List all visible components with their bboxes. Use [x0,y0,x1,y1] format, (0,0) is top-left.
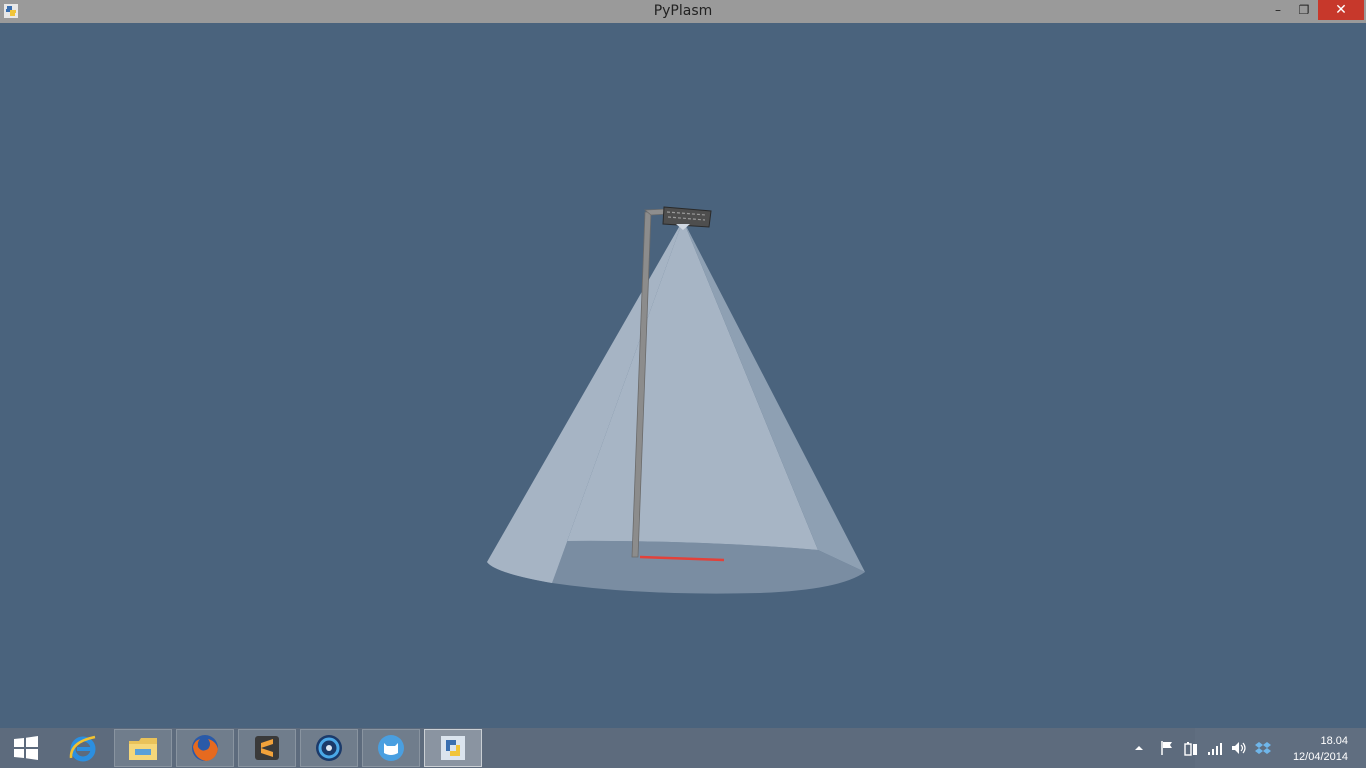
system-tray: 18.04 12/04/2014 [1135,728,1366,768]
taskbar-sublime-text[interactable] [238,729,296,767]
battery-icon[interactable] [1183,740,1199,756]
taskbar: 18.04 12/04/2014 [0,728,1366,768]
flag-icon[interactable] [1159,740,1175,756]
clock-time: 18.04 [1320,735,1348,747]
taskbar-python[interactable] [424,729,482,767]
show-hidden-icon[interactable] [1133,742,1145,754]
firefox-icon [192,735,218,761]
sublime-icon [255,736,279,760]
cat-icon [378,735,404,761]
volume-icon[interactable] [1231,740,1247,756]
ie-icon [69,735,96,762]
taskbar-cat-app[interactable] [362,729,420,767]
python-icon [441,736,465,760]
taskbar-internet-explorer[interactable] [54,729,112,767]
dropbox-icon[interactable] [1255,740,1271,756]
taskbar-media-app[interactable] [300,729,358,767]
clock[interactable]: 18.04 12/04/2014 [1278,733,1348,765]
signal-icon[interactable] [1207,740,1223,756]
folder-icon [129,738,157,760]
start-button[interactable] [0,729,52,767]
scene-canvas [487,206,865,594]
taskbar-file-explorer[interactable] [114,729,172,767]
taskbar-firefox[interactable] [176,729,234,767]
windows-logo-icon [14,736,38,760]
clock-date: 12/04/2014 [1292,751,1348,763]
3d-viewport[interactable] [0,23,1366,728]
disc-icon [316,735,342,761]
